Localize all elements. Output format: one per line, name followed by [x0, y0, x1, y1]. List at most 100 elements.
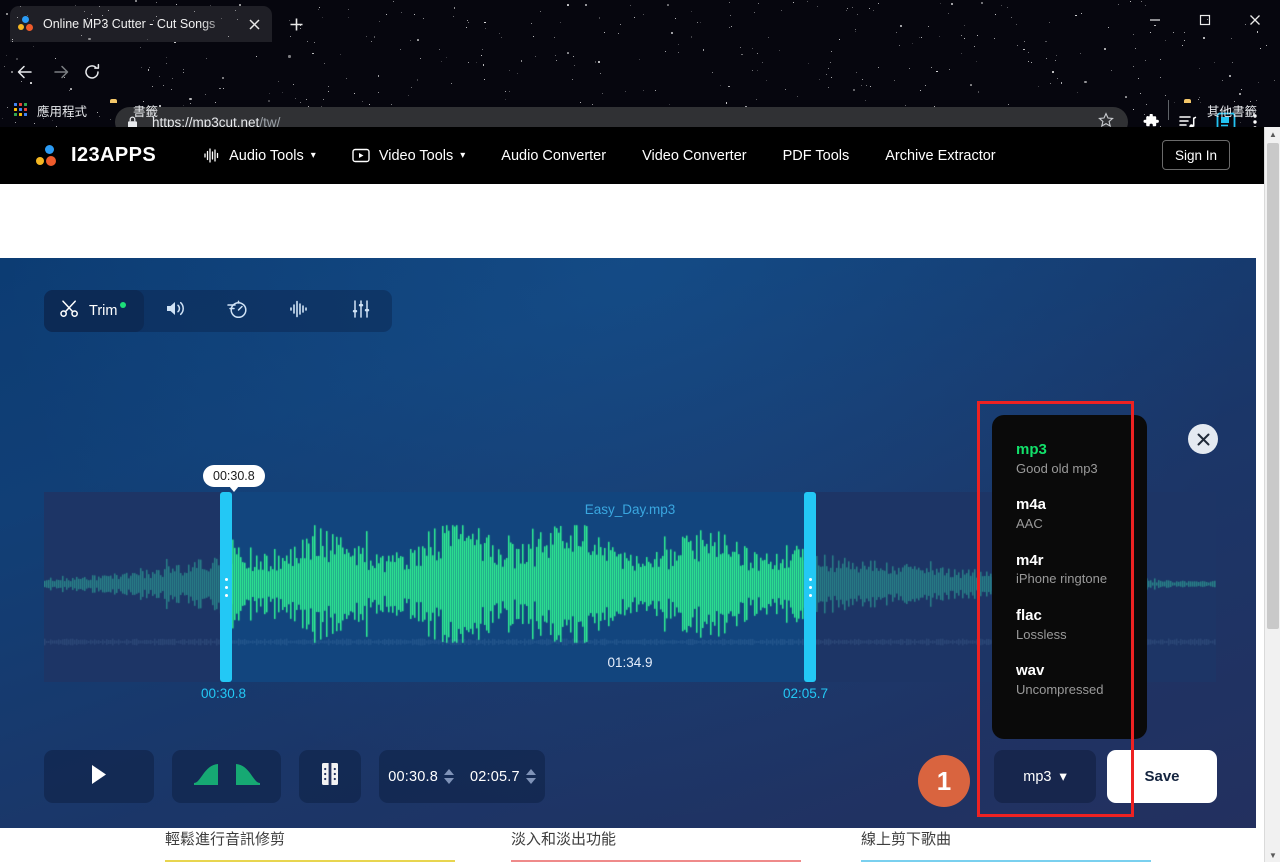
- video-play-icon: [352, 148, 370, 163]
- end-time-value: 02:05.7: [470, 768, 520, 785]
- play-icon: [90, 764, 108, 790]
- selection-start-time: 00:30.8: [201, 686, 247, 701]
- chevron-down-icon: ▾: [460, 150, 466, 161]
- selection-end-handle[interactable]: [804, 492, 816, 682]
- forward-arrow-icon[interactable]: [47, 58, 75, 86]
- format-option-m4a[interactable]: m4a AAC: [1016, 496, 1147, 532]
- start-time-tooltip: 00:30.8: [203, 465, 265, 492]
- reload-icon[interactable]: [78, 58, 106, 86]
- new-tab-button[interactable]: [282, 10, 310, 38]
- fade-out-icon[interactable]: [234, 762, 262, 791]
- format-option-name: wav: [1016, 662, 1045, 680]
- audio-waveform-icon: [204, 148, 220, 163]
- sign-in-button[interactable]: Sign In: [1162, 140, 1230, 170]
- format-option-name: mp3: [1016, 441, 1047, 458]
- screenshot-root: Online MP3 Cutter - Cut Songs https://mp…: [0, 0, 1280, 862]
- feature-card-3: 線上剪下歌曲 使用我們的應用程式，您無需在: [861, 828, 1151, 862]
- bookmark-apps[interactable]: 應用程式: [14, 98, 87, 122]
- format-option-desc: Good old mp3: [1016, 460, 1098, 476]
- window-maximize-button[interactable]: [1182, 4, 1228, 36]
- nav-video-tools[interactable]: Video Tools ▾: [352, 148, 465, 164]
- other-bookmarks[interactable]: 其他書籤: [1184, 98, 1257, 122]
- browser-tab[interactable]: Online MP3 Cutter - Cut Songs: [10, 6, 272, 42]
- start-time-stepper[interactable]: [444, 769, 454, 784]
- selection-end-time: 02:05.7: [783, 686, 829, 701]
- format-option-desc: Lossless: [1016, 626, 1067, 642]
- play-button[interactable]: [44, 750, 154, 803]
- nav-audio-converter[interactable]: Audio Converter: [501, 148, 606, 164]
- start-time-input[interactable]: 00:30.8: [388, 769, 454, 785]
- start-time-value: 00:30.8: [388, 768, 438, 785]
- format-option-desc: AAC: [1016, 516, 1043, 532]
- waveform-icon: [289, 300, 309, 323]
- format-option-flac[interactable]: flac Lossless: [1016, 607, 1147, 643]
- folder-icon: [1184, 102, 1200, 118]
- equalizer-icon: [351, 299, 371, 323]
- format-option-desc: Uncompressed: [1016, 681, 1104, 697]
- page-white-gap: [0, 184, 1264, 258]
- format-dropdown-menu: mp3 Good old mp3 m4a AAC m4r iPhone ring…: [992, 415, 1147, 739]
- feature-title: 輕鬆進行音訊修剪: [165, 831, 286, 848]
- nav-pdf-tools[interactable]: PDF Tools: [783, 148, 850, 164]
- tab-speed[interactable]: [206, 290, 268, 332]
- save-button[interactable]: Save: [1107, 750, 1217, 803]
- format-select-button[interactable]: mp3 ▾: [994, 750, 1096, 803]
- format-label: mp3: [1023, 768, 1052, 785]
- tab-close-icon[interactable]: [244, 14, 264, 34]
- fade-in-icon[interactable]: [192, 762, 220, 791]
- bookmarks-divider: [1168, 100, 1169, 120]
- folder-icon: [110, 102, 126, 118]
- volume-icon: [165, 299, 186, 323]
- feature-card-1: 輕鬆進行音訊修剪 使用此應用程式無需特殊技能。: [165, 828, 455, 862]
- feature-card-2: 淡入和淡出功能 此應用程式可使您的音訊曲目進: [511, 828, 801, 862]
- apps-grid-icon: [14, 102, 30, 118]
- split-icon: [320, 762, 340, 791]
- format-option-desc: iPhone ringtone: [1016, 571, 1108, 587]
- brand-logo[interactable]: I23APPS: [36, 144, 156, 167]
- browser-chrome: Online MP3 Cutter - Cut Songs https://mp…: [0, 0, 1280, 127]
- page-scrollbar[interactable]: ▲ ▼: [1264, 127, 1280, 862]
- scroll-down-arrow[interactable]: ▼: [1265, 848, 1280, 862]
- window-close-button[interactable]: [1232, 4, 1278, 36]
- tab-strip: Online MP3 Cutter - Cut Songs: [0, 0, 1280, 42]
- page-viewport: I23APPS Audio Tools ▾ Video Tools ▾ Audi…: [0, 127, 1264, 862]
- window-minimize-button[interactable]: [1132, 4, 1178, 36]
- back-arrow-icon[interactable]: [11, 58, 39, 86]
- speed-icon: [226, 299, 248, 324]
- navigation-bar: https://mp3cut.net/tw/: [0, 50, 1280, 127]
- nav-label: Video Converter: [642, 147, 747, 164]
- nav-label: Audio Tools: [229, 147, 304, 164]
- bookmark-folder[interactable]: 書籤: [110, 98, 158, 122]
- tab-trim[interactable]: Trim: [44, 290, 144, 332]
- chevron-down-icon: ▾: [1059, 768, 1067, 785]
- scrollbar-thumb[interactable]: [1267, 143, 1279, 629]
- selection-start-handle[interactable]: [220, 492, 232, 682]
- other-bookmarks-label: 其他書籤: [1207, 104, 1258, 119]
- split-button[interactable]: [299, 750, 361, 803]
- bookmark-label: 應用程式: [37, 104, 88, 119]
- end-time-stepper[interactable]: [525, 769, 536, 784]
- brand-name: I23APPS: [71, 144, 157, 166]
- nav-label: Audio Converter: [501, 147, 607, 164]
- scissors-icon: [60, 299, 79, 323]
- format-option-m4r[interactable]: m4r iPhone ringtone: [1016, 552, 1147, 588]
- end-time-input[interactable]: 02:05.7: [470, 769, 536, 785]
- format-option-mp3[interactable]: mp3 Good old mp3: [1016, 441, 1147, 477]
- tab-volume[interactable]: [144, 290, 206, 332]
- nav-audio-tools[interactable]: Audio Tools ▾: [204, 148, 316, 164]
- format-option-wav[interactable]: wav Uncompressed: [1016, 662, 1147, 698]
- tab-waveform[interactable]: [268, 290, 330, 332]
- fade-buttons[interactable]: [172, 750, 281, 803]
- format-option-name: m4r: [1016, 551, 1044, 569]
- site-navigation: I23APPS Audio Tools ▾ Video Tools ▾ Audi…: [0, 127, 1264, 184]
- time-inputs: 00:30.8 02:05.7: [379, 750, 545, 803]
- tab-equalizer[interactable]: [330, 290, 392, 332]
- scroll-up-arrow[interactable]: ▲: [1265, 127, 1280, 141]
- nav-video-converter[interactable]: Video Converter: [642, 148, 747, 164]
- feature-title: 線上剪下歌曲: [861, 831, 952, 848]
- features-section: 輕鬆進行音訊修剪 使用此應用程式無需特殊技能。 淡入和淡出功能 此應用程式可使您…: [0, 828, 1256, 862]
- tab-trim-label: Trim: [89, 302, 128, 319]
- nav-archive-extractor[interactable]: Archive Extractor: [885, 148, 995, 164]
- close-editor-button[interactable]: [1188, 424, 1218, 454]
- feature-title: 淡入和淡出功能: [511, 831, 617, 848]
